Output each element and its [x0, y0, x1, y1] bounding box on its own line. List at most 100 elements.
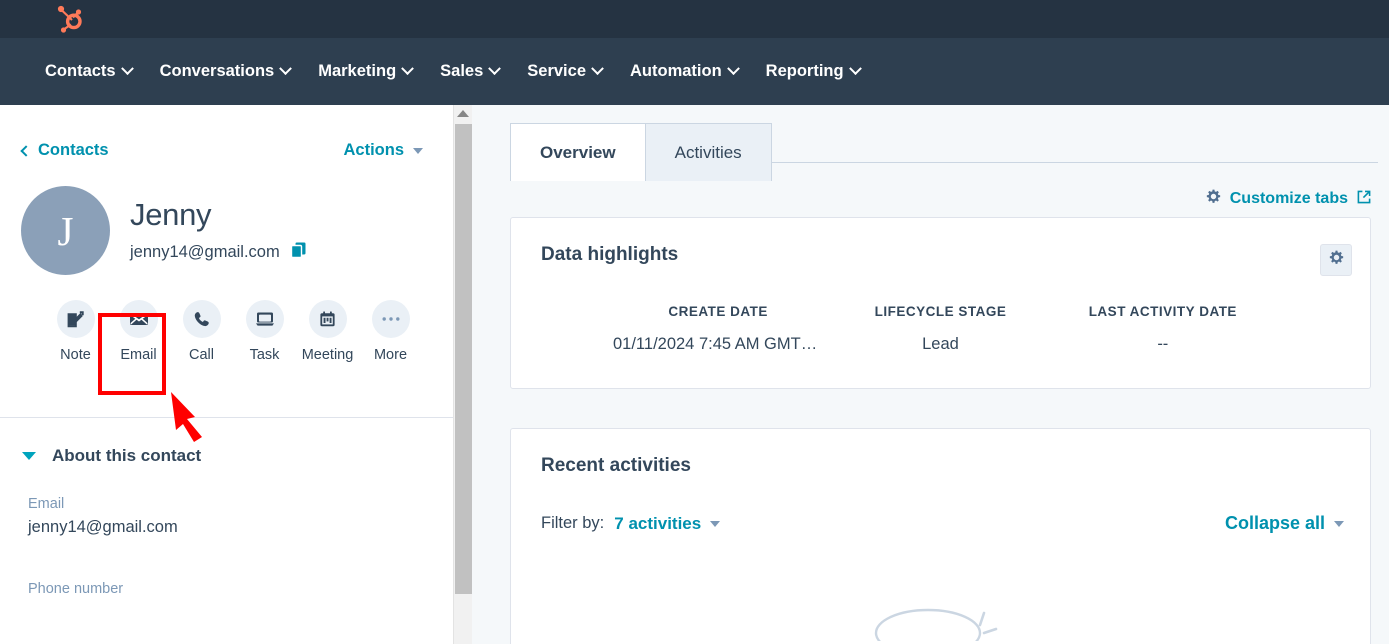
nav-label: Reporting: [765, 62, 844, 80]
tab-activities[interactable]: Activities: [644, 123, 772, 181]
caret-down-icon: [22, 452, 36, 460]
empty-state-illustration: [846, 581, 1036, 644]
hubspot-contact-record-page: Contacts Conversations Marketing Sales S…: [0, 0, 1389, 644]
nav-label: Service: [527, 62, 586, 80]
data-highlights-card: Data highlights CREATE DATE 01/11/2024 7…: [510, 217, 1371, 389]
calendar-icon: [308, 300, 347, 338]
nav-label: Conversations: [159, 62, 275, 80]
scrollbar-thumb[interactable]: [455, 124, 472, 594]
back-to-contacts-link[interactable]: Contacts: [20, 141, 109, 160]
customize-tabs-row: Customize tabs: [472, 181, 1389, 217]
filter-by-label: Filter by:: [541, 514, 605, 532]
chevron-down-icon: [591, 62, 604, 76]
highlight-label: LIFECYCLE STAGE: [874, 304, 1007, 319]
activities-filter-dropdown[interactable]: 7 activities: [614, 513, 721, 534]
action-button-note[interactable]: Note: [44, 300, 107, 363]
hubspot-sprocket-logo[interactable]: [54, 3, 86, 35]
actions-dropdown[interactable]: Actions: [343, 141, 423, 160]
card-header: Recent activities: [511, 429, 1370, 477]
card-title: Data highlights: [541, 244, 679, 265]
chevron-down-icon: [279, 62, 293, 76]
sidebar-toolbar: Contacts Actions: [0, 105, 453, 160]
contact-identity: J Jenny jenny14@gmail.com: [0, 160, 453, 275]
nav-item-sales[interactable]: Sales: [426, 38, 513, 105]
avatar-initial: J: [57, 207, 74, 254]
caret-down-icon: [413, 147, 423, 154]
action-button-task[interactable]: Task: [233, 300, 296, 363]
chevron-down-icon: [401, 62, 415, 76]
tab-label: Overview: [540, 142, 616, 162]
customize-tabs-label: Customize tabs: [1229, 190, 1348, 207]
filter-by-group: Filter by: 7 activities: [541, 513, 721, 534]
chevron-down-icon: [488, 62, 502, 76]
chevron-down-icon: [120, 62, 134, 76]
collapse-all-dropdown[interactable]: Collapse all: [1225, 513, 1344, 534]
field-value[interactable]: jenny14@gmail.com: [28, 518, 453, 537]
action-label: Call: [189, 347, 214, 363]
avatar[interactable]: J: [21, 186, 110, 275]
nav-item-contacts[interactable]: Contacts: [31, 38, 146, 105]
nav-label: Sales: [440, 62, 484, 80]
nav-label: Contacts: [45, 62, 116, 80]
field-label: Phone number: [28, 581, 124, 597]
main-content: Overview Activities Customize tabs Data …: [472, 105, 1389, 644]
highlight-value: 01/11/2024 7:45 AM GMT+5:...: [613, 335, 830, 353]
task-book-icon: [245, 300, 284, 338]
chevron-down-icon: [848, 62, 862, 76]
nav-item-service[interactable]: Service: [513, 38, 616, 105]
scroll-up-arrow-icon[interactable]: [457, 110, 469, 117]
action-button-email[interactable]: Email: [107, 300, 170, 363]
customize-tabs-link[interactable]: Customize tabs: [1206, 189, 1371, 209]
data-highlights-settings-button[interactable]: [1320, 244, 1352, 276]
nav-item-reporting[interactable]: Reporting: [752, 38, 874, 105]
collapse-all-label: Collapse all: [1224, 513, 1325, 533]
highlights-right-spacer: [1274, 304, 1370, 354]
highlight-value: Lead: [922, 335, 959, 353]
tab-bar: Overview Activities: [510, 105, 1389, 181]
highlight-create-date: CREATE DATE 01/11/2024 7:45 AM GMT+5:...: [607, 304, 829, 354]
activities-filter-row: Filter by: 7 activities Collapse all: [511, 477, 1370, 534]
tab-overview[interactable]: Overview: [510, 123, 645, 181]
action-button-meeting[interactable]: Meeting: [296, 300, 359, 363]
action-label: Note: [60, 347, 91, 363]
envelope-icon: [119, 300, 158, 338]
action-label: More: [373, 347, 408, 363]
nav-item-marketing[interactable]: Marketing: [304, 38, 426, 105]
chevron-down-icon: [726, 62, 740, 76]
card-title: Recent activities: [541, 455, 691, 476]
nav-item-conversations[interactable]: Conversations: [146, 38, 305, 105]
highlight-last-activity-date: LAST ACTIVITY DATE --: [1052, 304, 1274, 354]
recent-activities-card: Recent activities Filter by: 7 activitie…: [510, 428, 1371, 644]
chevron-left-icon: [20, 144, 32, 157]
nav-label: Automation: [630, 62, 722, 80]
contact-header-section: Contacts Actions J Jenny jenny14@gmail.c…: [0, 105, 453, 418]
caret-down-icon: [710, 520, 721, 527]
card-header: Data highlights: [511, 218, 1370, 276]
nav-item-automation[interactable]: Automation: [616, 38, 752, 105]
action-label: Email: [120, 347, 157, 363]
contact-name: Jenny: [130, 197, 212, 233]
about-section-title: About this contact: [52, 446, 202, 465]
action-button-more[interactable]: More: [359, 300, 422, 363]
caret-down-icon: [1334, 520, 1344, 527]
back-link-label: Contacts: [38, 141, 109, 159]
tab-label: Activities: [674, 142, 742, 162]
contact-email: jenny14@gmail.com: [130, 242, 280, 261]
copy-icon[interactable]: [290, 242, 306, 263]
data-highlights-row: CREATE DATE 01/11/2024 7:45 AM GMT+5:...…: [511, 276, 1370, 388]
sidebar-scrollbar[interactable]: [453, 105, 472, 644]
gear-icon: [1329, 250, 1344, 270]
filter-value-label: 7 activities: [614, 513, 702, 533]
action-button-call[interactable]: Call: [170, 300, 233, 363]
contact-sidebar: Contacts Actions J Jenny jenny14@gmail.c…: [0, 105, 453, 644]
note-pencil-icon: [56, 300, 95, 338]
ellipsis-icon: [371, 300, 410, 338]
about-section-header[interactable]: About this contact: [0, 418, 453, 466]
about-contact-section: About this contact Email jenny14@gmail.c…: [0, 418, 453, 597]
actions-label: Actions: [343, 141, 404, 159]
external-link-icon: [1357, 190, 1371, 209]
main-navigation: Contacts Conversations Marketing Sales S…: [0, 38, 1389, 105]
field-label: Email: [28, 496, 65, 512]
top-bar: [0, 0, 1389, 38]
highlights-left-spacer: [511, 304, 607, 354]
